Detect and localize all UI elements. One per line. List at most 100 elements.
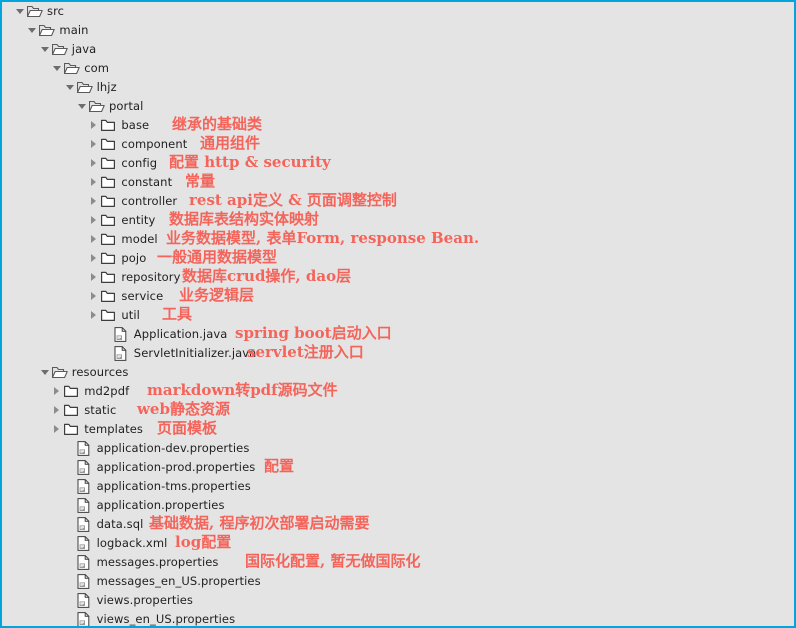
tree-row[interactable]: templates [2,420,143,439]
annotation-text: spring boot启动入口 [235,324,392,342]
file-tree[interactable]: src main java com lhjz portal base 继承的基础类 compon… [2,2,794,626]
tree-row[interactable]: application.properties [2,496,225,515]
chevron-right-icon[interactable] [51,401,64,420]
chevron-down-icon[interactable] [39,363,52,382]
java-file-icon [114,344,131,363]
tree-row[interactable]: data.sql [2,515,143,534]
tree-node-label: messages.properties [96,555,219,569]
chevron-down-icon[interactable] [76,97,89,116]
tree-node-label: config [121,156,158,170]
chevron-down-icon[interactable] [51,59,64,78]
annotation-text: 国际化配置, 暂无做国际化 [245,552,421,570]
tree-node-label: portal [109,99,144,113]
tree-row[interactable]: portal [2,97,143,116]
tree-row[interactable]: logback.xml [2,534,167,553]
tree-row[interactable]: application-dev.properties [2,439,249,458]
folder-open-icon [51,40,69,59]
tree-row[interactable]: lhjz [2,78,117,97]
properties-file-icon [77,572,94,591]
tree-node-label: repository [121,270,181,284]
chevron-right-icon[interactable] [88,192,101,211]
chevron-right-icon[interactable] [88,268,101,287]
tree-node-label: component [121,137,188,151]
tree-row[interactable]: controller [2,192,177,211]
tree-row[interactable]: messages_en_US.properties [2,572,261,591]
annotation-text: 工具 [162,305,193,323]
tree-row[interactable]: messages.properties [2,553,219,572]
folder-closed-icon [101,211,118,230]
tree-row[interactable]: application-prod.properties [2,458,255,477]
tree-row[interactable]: constant [2,173,172,192]
folder-closed-icon [101,287,118,306]
chevron-right-icon[interactable] [88,116,101,135]
xml-file-icon [77,534,94,553]
folder-closed-icon [64,382,81,401]
tree-row[interactable]: repository [2,268,181,287]
tree-node-label: ServletInitializer.java [133,346,257,360]
chevron-right-icon[interactable] [88,230,101,249]
chevron-right-icon[interactable] [88,211,101,230]
tree-row[interactable]: base [2,116,149,135]
annotation-text: 数据库表结构实体映射 [169,210,320,228]
tree-row[interactable]: com [2,59,109,78]
tree-row[interactable]: resources [2,363,128,382]
tree-row[interactable]: md2pdf [2,382,129,401]
properties-file-icon [77,553,94,572]
folder-closed-icon [101,154,118,173]
annotation-text: 配置 [264,457,295,475]
tree-row[interactable]: static [2,401,116,420]
tree-row[interactable]: ServletInitializer.java [2,344,256,363]
chevron-right-icon[interactable] [88,173,101,192]
tree-row[interactable]: model [2,230,158,249]
tree-row[interactable]: pojo [2,249,146,268]
tree-row[interactable]: java [2,40,96,59]
tree-row[interactable]: views.properties [2,591,193,610]
chevron-right-icon[interactable] [88,249,101,268]
tree-node-label: application.properties [96,498,225,512]
tree-node-label: static [84,403,117,417]
properties-file-icon [77,477,94,496]
properties-file-icon [77,591,94,610]
chevron-down-icon[interactable] [64,78,77,97]
tree-row[interactable]: views_en_US.properties [2,610,235,626]
tree-row[interactable]: service [2,287,163,306]
tree-row[interactable]: Application.java [2,325,227,344]
chevron-right-icon[interactable] [51,382,64,401]
tree-row[interactable]: application-tms.properties [2,477,251,496]
tree-row[interactable]: main [2,21,89,40]
chevron-down-icon[interactable] [39,40,52,59]
chevron-down-icon[interactable] [26,21,39,40]
chevron-right-icon[interactable] [88,306,101,325]
folder-open-icon [51,363,69,382]
annotation-text: log配置 [175,533,232,551]
folder-open-icon [64,59,81,78]
chevron-right-icon[interactable] [51,420,64,439]
properties-file-icon [77,610,94,626]
tree-row[interactable]: util [2,306,140,325]
chevron-right-icon[interactable] [88,154,101,173]
tree-row[interactable]: entity [2,211,155,230]
annotation-text: rest api定义 & 页面调整控制 [189,191,397,209]
chevron-right-icon[interactable] [88,287,101,306]
tree-row[interactable]: component [2,135,187,154]
folder-open-icon [27,2,44,21]
tree-node-label: views.properties [96,593,194,607]
chevron-down-icon[interactable] [14,2,27,21]
tree-node-label: Application.java [133,327,228,341]
chevron-right-icon[interactable] [88,135,101,154]
tree-row[interactable]: src [2,2,64,21]
tree-node-label: util [121,308,140,322]
annotation-text: 配置 http & security [169,153,331,171]
tree-node-label: md2pdf [84,384,130,398]
tree-row[interactable]: config [2,154,157,173]
properties-file-icon [77,458,94,477]
tree-node-label: lhjz [96,80,117,94]
